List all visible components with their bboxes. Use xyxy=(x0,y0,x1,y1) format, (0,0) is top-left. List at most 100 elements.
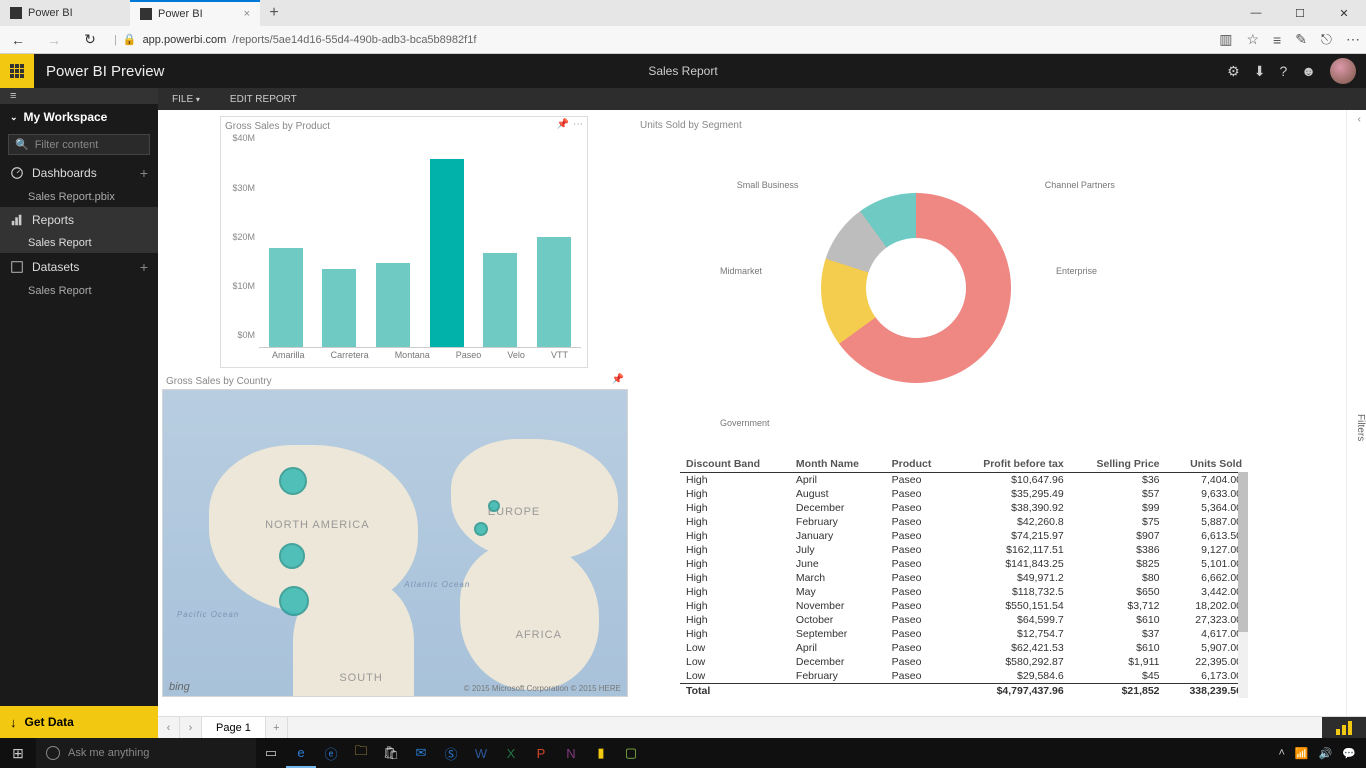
help-icon[interactable]: ? xyxy=(1279,63,1287,79)
add-page-button[interactable]: + xyxy=(266,717,288,738)
taskbar-app-word[interactable]: W xyxy=(466,738,496,768)
more-icon[interactable]: ⋯ xyxy=(1346,31,1360,48)
table-row[interactable]: HighJunePaseo$141,843.25$8255,101.00 xyxy=(680,557,1248,571)
taskbar-app-outlook[interactable]: ✉ xyxy=(406,738,436,768)
edit-report-button[interactable]: EDIT REPORT xyxy=(230,94,297,105)
map-canvas[interactable]: NORTH AMERICA SOUTH EUROPE AFRICA Pacifi… xyxy=(162,389,628,697)
table-row[interactable]: HighMayPaseo$118,732.5$6503,442.00 xyxy=(680,585,1248,599)
nav-item-dataset[interactable]: Sales Report xyxy=(0,281,158,301)
taskbar-app-explorer[interactable]: 🗀 xyxy=(346,738,376,768)
taskbar-app-excel[interactable]: X xyxy=(496,738,526,768)
task-view-icon[interactable]: ▭ xyxy=(256,738,286,768)
page-next-button[interactable]: › xyxy=(180,717,202,738)
hub-icon[interactable]: ≡ xyxy=(1273,32,1281,48)
table-row[interactable]: LowAprilPaseo$62,421.53$6105,907.00 xyxy=(680,641,1248,655)
page-prev-button[interactable]: ‹ xyxy=(158,717,180,738)
table-row[interactable]: HighFebruaryPaseo$42,260.8$755,887.00 xyxy=(680,515,1248,529)
forward-button[interactable]: → xyxy=(42,32,66,48)
taskbar-app-skype[interactable]: Ⓢ xyxy=(436,738,466,768)
filter-content-input[interactable]: 🔍 Filter content xyxy=(8,134,150,155)
reading-view-icon[interactable]: ▥ xyxy=(1219,31,1232,48)
table-row[interactable]: HighAprilPaseo$10,647.96$367,404.00 xyxy=(680,473,1248,488)
page-tab[interactable]: Page 1 xyxy=(202,717,266,738)
add-dashboard-button[interactable]: + xyxy=(140,165,148,181)
column-header[interactable]: Selling Price xyxy=(1070,456,1166,473)
get-data-button[interactable]: ↓ Get Data xyxy=(0,706,158,738)
close-tab-icon[interactable]: × xyxy=(244,8,250,20)
bar[interactable] xyxy=(376,263,410,347)
table-row[interactable]: LowDecemberPaseo$580,292.87$1,91122,395.… xyxy=(680,655,1248,669)
visual-donut-chart[interactable]: Units Sold by Segment Small BusinessChan… xyxy=(636,116,1196,426)
taskbar-app-powerbi[interactable]: ▮ xyxy=(586,738,616,768)
taskbar-app-store[interactable]: 🛍 xyxy=(376,738,406,768)
table-row[interactable]: HighNovemberPaseo$550,151.54$3,71218,202… xyxy=(680,599,1248,613)
column-header[interactable]: Profit before tax xyxy=(952,456,1070,473)
taskbar-app-ie[interactable]: ⓔ xyxy=(316,738,346,768)
download-icon[interactable]: ⬇ xyxy=(1254,63,1266,80)
table-row[interactable]: HighAugustPaseo$35,295.49$579,633.00 xyxy=(680,487,1248,501)
table-row[interactable]: HighSeptemberPaseo$12,754.7$374,617.00 xyxy=(680,627,1248,641)
nav-item-dashboard[interactable]: Sales Report.pbix xyxy=(0,187,158,207)
browser-tab[interactable]: Power BI xyxy=(0,0,130,26)
bar[interactable] xyxy=(269,248,303,347)
report-canvas[interactable]: 📌⋯ Gross Sales by Product $0M$10M$20M$30… xyxy=(158,110,1366,716)
browser-tab-active[interactable]: Power BI × xyxy=(130,0,260,26)
nav-item-report[interactable]: Sales Report xyxy=(0,233,158,253)
avatar[interactable] xyxy=(1330,58,1356,84)
taskbar-app-edge[interactable]: e xyxy=(286,738,316,768)
nav-group-reports[interactable]: Reports xyxy=(0,207,158,233)
column-header[interactable]: Month Name xyxy=(790,456,886,473)
refresh-button[interactable]: ↻ xyxy=(78,31,102,48)
pin-icon[interactable]: 📌 xyxy=(557,119,569,130)
feedback-icon[interactable]: ☻ xyxy=(1301,63,1316,79)
more-icon[interactable]: ⋯ xyxy=(573,119,583,130)
add-dataset-button[interactable]: + xyxy=(140,259,148,275)
taskbar-app-camtasia[interactable]: ▢ xyxy=(616,738,646,768)
minimize-button[interactable]: — xyxy=(1234,0,1278,26)
file-menu[interactable]: FILE ▾ xyxy=(172,94,200,105)
column-header[interactable]: Units Sold xyxy=(1166,456,1248,473)
table-scrollbar[interactable] xyxy=(1238,472,1248,698)
table-row[interactable]: HighMarchPaseo$49,971.2$806,662.00 xyxy=(680,571,1248,585)
close-window-button[interactable]: ✕ xyxy=(1322,0,1366,26)
tray-chevron-icon[interactable]: ˄ xyxy=(1278,747,1284,759)
start-button[interactable]: ⊞ xyxy=(0,745,36,762)
nav-group-dashboards[interactable]: Dashboards + xyxy=(0,159,158,187)
nav-group-datasets[interactable]: Datasets + xyxy=(0,253,158,281)
pin-icon[interactable]: 📌 xyxy=(612,374,624,385)
cortana-search[interactable]: Ask me anything xyxy=(36,738,256,768)
filters-pane-toggle[interactable]: ‹ Filters xyxy=(1346,110,1366,716)
visual-table[interactable]: Discount BandMonth NameProductProfit bef… xyxy=(680,456,1248,698)
nav-collapse-button[interactable]: ≡ xyxy=(0,88,158,104)
table-row[interactable]: HighJanuaryPaseo$74,215.97$9076,613.50 xyxy=(680,529,1248,543)
table-row[interactable]: LowFebruaryPaseo$29,584.6$456,173.00 xyxy=(680,669,1248,684)
donut[interactable] xyxy=(821,193,1011,383)
back-button[interactable]: ← xyxy=(6,32,30,48)
bar[interactable] xyxy=(322,269,356,347)
taskbar-app-onenote[interactable]: N xyxy=(556,738,586,768)
table-row[interactable]: HighJulyPaseo$162,117.51$3869,127.00 xyxy=(680,543,1248,557)
bar[interactable] xyxy=(483,253,517,347)
column-header[interactable]: Discount Band xyxy=(680,456,790,473)
share-icon[interactable]: ⎋ xyxy=(1321,31,1332,48)
address-bar[interactable]: | 🔒 app.powerbi.com /reports/5ae14d16-55… xyxy=(114,33,1207,46)
tray-volume-icon[interactable]: 🔊 xyxy=(1319,747,1333,760)
new-tab-button[interactable]: + xyxy=(260,0,288,26)
table-row[interactable]: HighDecemberPaseo$38,390.92$995,364.00 xyxy=(680,501,1248,515)
table-row[interactable]: HighOctoberPaseo$64,599.7$61027,323.00 xyxy=(680,613,1248,627)
favorite-icon[interactable]: ☆ xyxy=(1246,31,1259,48)
app-launcher-button[interactable] xyxy=(0,54,34,88)
system-tray[interactable]: ˄ 📶 🔊 💬 xyxy=(1278,747,1366,760)
workspace-selector[interactable]: ⌄ My Workspace xyxy=(0,104,158,130)
taskbar-app-powerpoint[interactable]: P xyxy=(526,738,556,768)
settings-icon[interactable]: ⚙ xyxy=(1227,63,1240,80)
visual-map[interactable]: 📌 Gross Sales by Country NORTH AMERICA S… xyxy=(162,372,628,698)
visual-bar-chart[interactable]: 📌⋯ Gross Sales by Product $0M$10M$20M$30… xyxy=(220,116,588,368)
bar[interactable] xyxy=(430,159,464,347)
tray-notifications-icon[interactable]: 💬 xyxy=(1342,747,1356,760)
bar[interactable] xyxy=(537,237,571,347)
webnote-icon[interactable]: ✎ xyxy=(1295,31,1307,48)
column-header[interactable]: Product xyxy=(886,456,952,473)
maximize-button[interactable]: ☐ xyxy=(1278,0,1322,26)
tray-network-icon[interactable]: 📶 xyxy=(1295,747,1309,760)
